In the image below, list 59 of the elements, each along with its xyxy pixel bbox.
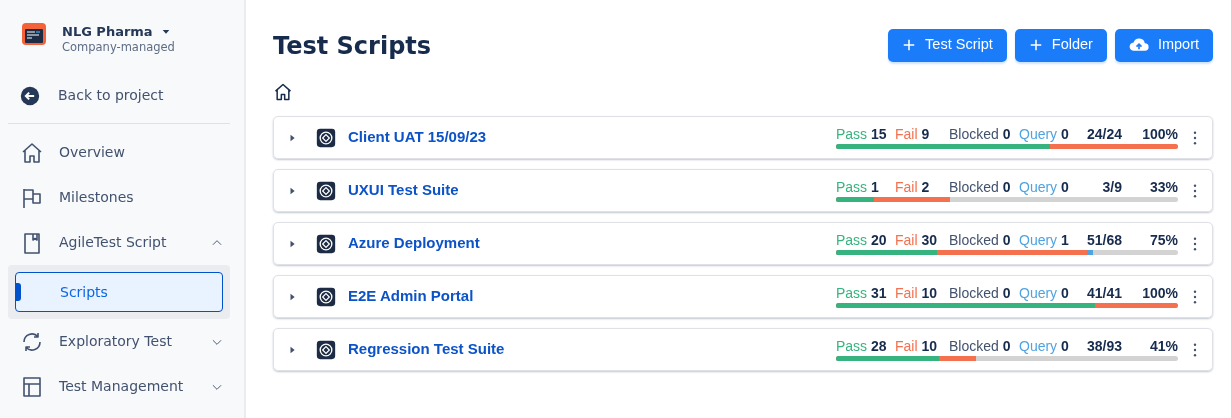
status-count: Fail 2 xyxy=(895,179,931,196)
status-count: Blocked 0 xyxy=(949,179,1012,196)
sidebar-item[interactable]: AgileTest Script xyxy=(59,232,167,253)
home-icon[interactable] xyxy=(273,82,293,102)
status-count: Query 1 xyxy=(1019,232,1070,249)
action-button[interactable]: Folder xyxy=(1014,28,1107,62)
sidebar-item[interactable]: Test Management xyxy=(59,376,184,397)
script-link[interactable]: UXUI Test Suite xyxy=(348,179,459,202)
status-count: Query 0 xyxy=(1019,338,1070,355)
status-count: Pass 20 xyxy=(836,232,888,249)
status-count: Fail 30 xyxy=(895,232,939,249)
progress-count: 38/93 xyxy=(1085,338,1122,355)
percent-value: 100% xyxy=(1141,285,1178,302)
status-count: Blocked 0 xyxy=(949,285,1012,302)
status-count: Pass 31 xyxy=(836,285,888,302)
status-count: Fail 10 xyxy=(895,338,939,355)
status-count: Blocked 0 xyxy=(949,338,1012,355)
script-icon xyxy=(316,339,336,360)
progress-count: 51/68 xyxy=(1085,232,1122,249)
project-type: Company-managed xyxy=(62,41,175,53)
status-count: Fail 9 xyxy=(895,126,931,143)
status-count: Query 0 xyxy=(1019,179,1070,196)
status-count: Fail 10 xyxy=(895,285,939,302)
script-link[interactable]: Client UAT 15/09/23 xyxy=(348,126,487,149)
app-logo-icon xyxy=(22,22,46,46)
script-link[interactable]: Regression Test Suite xyxy=(348,338,505,361)
sidebar-item[interactable]: Scripts xyxy=(15,272,223,312)
status-count: Pass 28 xyxy=(836,338,888,355)
status-count: Blocked 0 xyxy=(949,126,1012,143)
plus-icon xyxy=(902,38,917,52)
table-icon xyxy=(20,374,44,399)
progress-count: 24/24 xyxy=(1085,126,1122,143)
action-button[interactable]: Import xyxy=(1114,28,1213,62)
script-icon xyxy=(316,233,336,254)
sidebar-item[interactable]: Exploratory Test xyxy=(59,331,172,352)
status-count: Blocked 0 xyxy=(949,232,1012,249)
action-button[interactable]: Test Script xyxy=(888,28,1007,62)
progress-count: 41/41 xyxy=(1085,285,1122,302)
status-count: Query 0 xyxy=(1019,126,1070,143)
status-count: Pass 15 xyxy=(836,126,888,143)
project-name: NLG Pharma xyxy=(62,23,153,41)
sidebar-item[interactable]: Milestones xyxy=(59,187,134,208)
percent-value: 33% xyxy=(1148,179,1178,196)
script-link[interactable]: E2E Admin Portal xyxy=(348,285,474,308)
script-icon xyxy=(316,127,336,148)
page-title: Test Scripts xyxy=(273,31,432,62)
status-count: Pass 1 xyxy=(836,179,880,196)
home-icon xyxy=(20,140,44,165)
progress-count: 3/9 xyxy=(1101,179,1122,196)
percent-value: 41% xyxy=(1148,338,1178,355)
script-link[interactable]: Azure Deployment xyxy=(348,232,480,255)
sidebar-item[interactable]: Overview xyxy=(59,142,125,163)
script-icon xyxy=(316,286,336,307)
script-icon xyxy=(316,180,336,201)
back-link[interactable]: Back to project xyxy=(58,85,164,106)
status-count: Query 0 xyxy=(1019,285,1070,302)
plus-icon xyxy=(1028,38,1043,52)
percent-value: 75% xyxy=(1148,232,1178,249)
percent-value: 100% xyxy=(1141,126,1178,143)
